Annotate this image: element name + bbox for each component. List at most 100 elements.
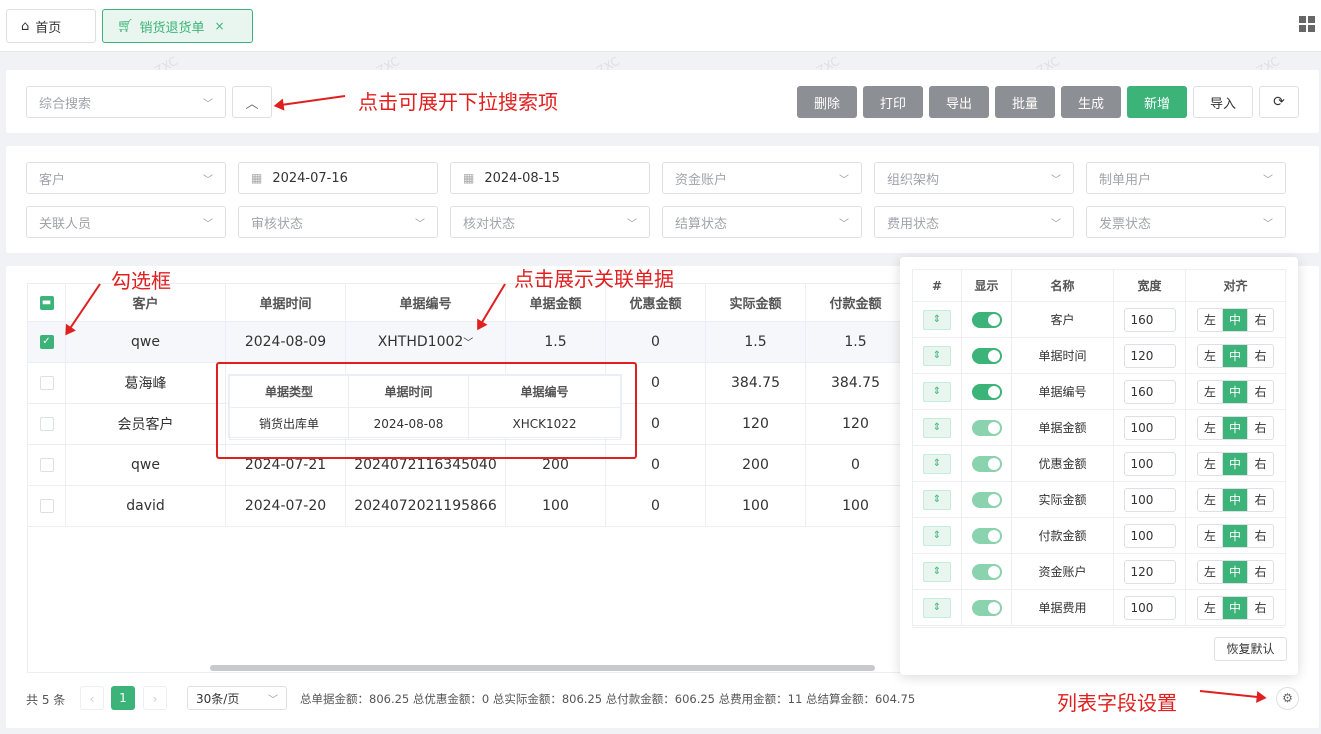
width-input[interactable]: 120 bbox=[1123, 559, 1176, 584]
related-person-select[interactable]: 关联人员 ﹀ bbox=[26, 206, 226, 238]
width-input[interactable]: 100 bbox=[1123, 523, 1176, 548]
next-page-button[interactable]: › bbox=[143, 686, 167, 710]
align-right-button[interactable]: 右 bbox=[1248, 381, 1273, 403]
invoice-status-select[interactable]: 发票状态 ﹀ bbox=[1086, 206, 1286, 238]
customer-select[interactable]: 客户 ﹀ bbox=[26, 162, 226, 194]
align-center-button[interactable]: 中 bbox=[1223, 308, 1248, 331]
reset-default-button[interactable]: 恢复默认 bbox=[1214, 637, 1287, 661]
generate-button[interactable]: 生成 bbox=[1061, 86, 1121, 118]
print-button[interactable]: 打印 bbox=[863, 86, 923, 118]
width-input[interactable]: 100 bbox=[1123, 451, 1176, 476]
align-left-button[interactable]: 左 bbox=[1198, 308, 1223, 331]
drag-handle-icon[interactable]: ⇕ bbox=[923, 381, 951, 402]
align-left-button[interactable]: 左 bbox=[1198, 344, 1223, 367]
prev-page-button[interactable]: ‹ bbox=[80, 686, 104, 710]
layout-grid-icon[interactable] bbox=[1299, 16, 1315, 32]
visibility-toggle[interactable] bbox=[971, 491, 1002, 508]
align-right-button[interactable]: 右 bbox=[1248, 597, 1273, 619]
align-right-button[interactable]: 右 bbox=[1248, 561, 1273, 583]
creator-select[interactable]: 制单用户 ﹀ bbox=[1086, 162, 1286, 194]
width-input[interactable]: 100 bbox=[1123, 595, 1176, 620]
visibility-toggle[interactable] bbox=[971, 563, 1002, 580]
visibility-toggle[interactable] bbox=[971, 383, 1002, 400]
drag-handle-icon[interactable]: ⇕ bbox=[923, 561, 951, 582]
settle-status-select[interactable]: 结算状态 ﹀ bbox=[662, 206, 862, 238]
table-row[interactable]: david 2024-07-20 2024072021195866 100 0 … bbox=[27, 485, 906, 527]
table-row[interactable]: ✓ qwe 2024-08-09 XHTHD1002﹀ 1.5 0 1.5 1.… bbox=[27, 321, 906, 363]
align-right-button[interactable]: 右 bbox=[1248, 489, 1273, 511]
drag-handle-icon[interactable]: ⇕ bbox=[923, 525, 951, 546]
align-center-button[interactable]: 中 bbox=[1223, 524, 1248, 547]
width-input[interactable]: 160 bbox=[1123, 379, 1176, 404]
row-checkbox[interactable] bbox=[39, 458, 54, 472]
align-center-button[interactable]: 中 bbox=[1223, 380, 1248, 403]
close-icon[interactable]: × bbox=[215, 19, 225, 33]
page-size-select[interactable]: 30条/页 ﹀ bbox=[187, 686, 287, 710]
visibility-toggle[interactable] bbox=[971, 419, 1002, 436]
tab-home[interactable]: ⌂ 首页 bbox=[6, 9, 96, 43]
settings-row: ⇕ 单据金额 100 左中右 bbox=[912, 409, 1286, 446]
visibility-toggle[interactable] bbox=[971, 455, 1002, 472]
align-left-button[interactable]: 左 bbox=[1198, 488, 1223, 511]
date-end-field[interactable]: ▦ 2024-08-15 bbox=[450, 162, 650, 194]
align-center-button[interactable]: 中 bbox=[1223, 416, 1248, 439]
expand-filters-button[interactable]: ︿ bbox=[232, 86, 272, 118]
visibility-toggle[interactable] bbox=[971, 311, 1002, 328]
drag-handle-icon[interactable]: ⇕ bbox=[923, 345, 951, 366]
refresh-icon[interactable]: ⟳ bbox=[1259, 86, 1299, 118]
row-checkbox[interactable] bbox=[39, 376, 54, 390]
fee-status-select[interactable]: 费用状态 ﹀ bbox=[874, 206, 1074, 238]
add-button[interactable]: 新增 bbox=[1127, 86, 1187, 118]
width-input[interactable]: 160 bbox=[1123, 307, 1176, 332]
select-all-checkbox[interactable]: ▬ bbox=[27, 283, 66, 322]
align-right-button[interactable]: 右 bbox=[1248, 309, 1273, 331]
drag-handle-icon[interactable]: ⇕ bbox=[923, 417, 951, 438]
align-center-button[interactable]: 中 bbox=[1223, 488, 1248, 511]
visibility-toggle[interactable] bbox=[971, 347, 1002, 364]
drag-handle-icon[interactable]: ⇕ bbox=[923, 453, 951, 474]
align-right-button[interactable]: 右 bbox=[1248, 453, 1273, 475]
drag-handle-icon[interactable]: ⇕ bbox=[923, 597, 951, 618]
align-left-button[interactable]: 左 bbox=[1198, 596, 1223, 619]
align-right-button[interactable]: 右 bbox=[1248, 345, 1273, 367]
gear-icon[interactable]: ⚙ bbox=[1276, 687, 1299, 710]
drag-handle-icon[interactable]: ⇕ bbox=[923, 489, 951, 510]
delete-button[interactable]: 删除 bbox=[797, 86, 857, 118]
align-center-button[interactable]: 中 bbox=[1223, 596, 1248, 619]
align-left-button[interactable]: 左 bbox=[1198, 560, 1223, 583]
align-center-button[interactable]: 中 bbox=[1223, 560, 1248, 583]
date-start-field[interactable]: ▦ 2024-07-16 bbox=[238, 162, 438, 194]
column-header[interactable]: 单据时间 bbox=[225, 283, 346, 322]
row-checkbox[interactable] bbox=[39, 417, 54, 431]
drag-handle-icon[interactable]: ⇕ bbox=[923, 309, 951, 330]
column-header[interactable]: 实际金额 bbox=[705, 283, 806, 322]
column-header[interactable]: 单据编号 bbox=[345, 283, 506, 322]
align-left-button[interactable]: 左 bbox=[1198, 380, 1223, 403]
column-header[interactable]: 付款金额 bbox=[805, 283, 906, 322]
import-button[interactable]: 导入 bbox=[1193, 86, 1253, 118]
align-right-button[interactable]: 右 bbox=[1248, 417, 1273, 439]
row-checkbox[interactable] bbox=[39, 499, 54, 513]
audit-status-select[interactable]: 审核状态 ﹀ bbox=[238, 206, 438, 238]
visibility-toggle[interactable] bbox=[971, 599, 1002, 616]
align-left-button[interactable]: 左 bbox=[1198, 452, 1223, 475]
width-input[interactable]: 120 bbox=[1123, 343, 1176, 368]
batch-button[interactable]: 批量 bbox=[995, 86, 1055, 118]
tab-sales-return[interactable]: 🛒︎ 销货退货单 × bbox=[102, 9, 253, 43]
width-input[interactable]: 100 bbox=[1123, 415, 1176, 440]
export-button[interactable]: 导出 bbox=[929, 86, 989, 118]
align-left-button[interactable]: 左 bbox=[1198, 416, 1223, 439]
align-right-button[interactable]: 右 bbox=[1248, 525, 1273, 547]
check-status-select[interactable]: 核对状态 ﹀ bbox=[450, 206, 650, 238]
search-input[interactable]: 综合搜索 ﹀ bbox=[26, 86, 226, 118]
visibility-toggle[interactable] bbox=[971, 527, 1002, 544]
page-number[interactable]: 1 bbox=[111, 686, 135, 710]
org-select[interactable]: 组织架构 ﹀ bbox=[874, 162, 1074, 194]
align-center-button[interactable]: 中 bbox=[1223, 452, 1248, 475]
width-input[interactable]: 100 bbox=[1123, 487, 1176, 512]
align-left-button[interactable]: 左 bbox=[1198, 524, 1223, 547]
horizontal-scrollbar[interactable] bbox=[210, 665, 875, 671]
align-center-button[interactable]: 中 bbox=[1223, 344, 1248, 367]
fund-account-select[interactable]: 资金账户 ﹀ bbox=[662, 162, 862, 194]
row-checkbox[interactable]: ✓ bbox=[39, 335, 54, 349]
